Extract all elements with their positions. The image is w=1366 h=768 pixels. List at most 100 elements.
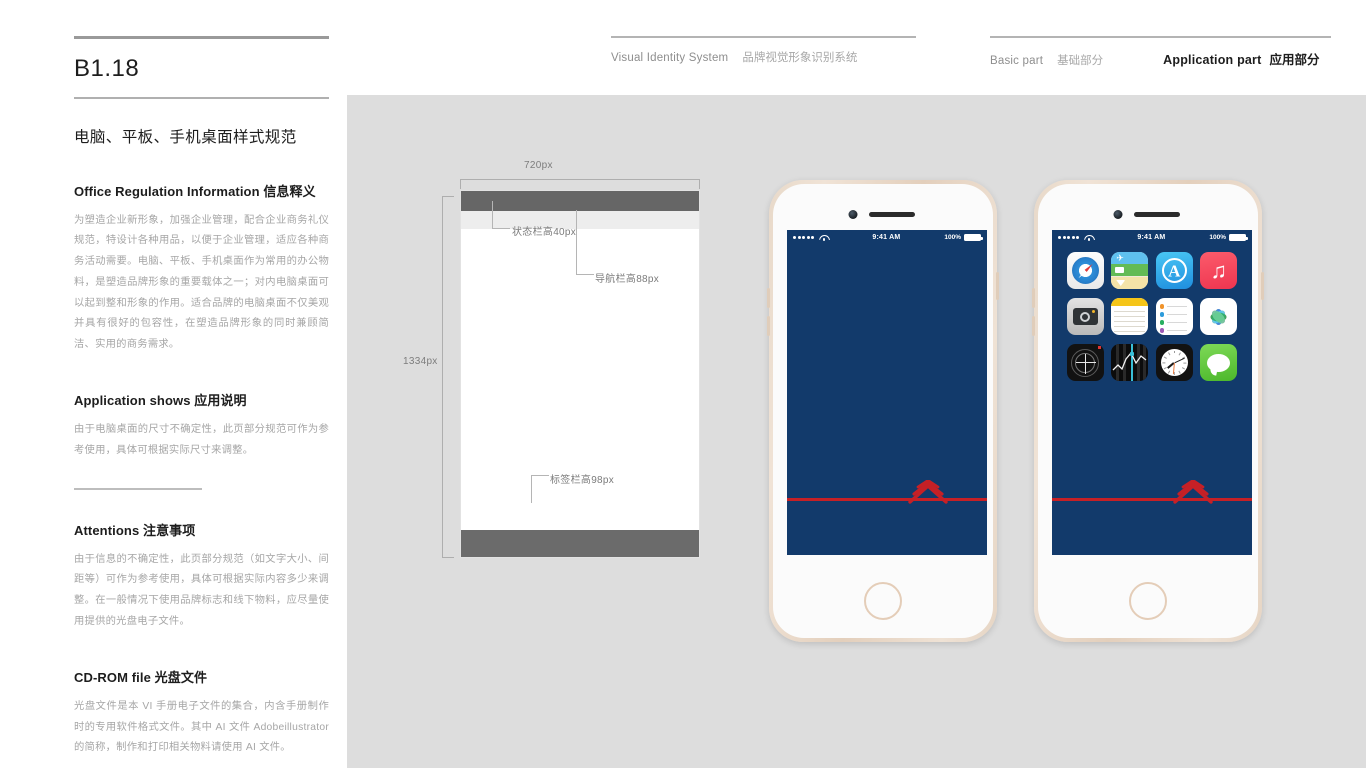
app-icon-grid: ✈ A ♫	[1052, 252, 1252, 381]
section-application-shows: Application shows 应用说明 由于电脑桌面的尺寸不确定性，此页部…	[74, 390, 329, 462]
wireframe-status-bar	[461, 191, 699, 211]
wallpaper-accent-line	[1052, 498, 1252, 501]
header-application-en: Application part	[1163, 53, 1262, 67]
volume-up-button[interactable]	[1032, 288, 1035, 308]
volume-down-button[interactable]	[767, 316, 770, 336]
wifi-icon	[819, 234, 828, 241]
safari-icon[interactable]	[1066, 252, 1104, 289]
leader-line-tab-horizontal	[531, 475, 549, 476]
power-button[interactable]	[1261, 272, 1264, 300]
section-body: 由于电脑桌面的尺寸不确定性，此页部分规范可作为参考使用，具体可根据实际尺寸来调整…	[74, 424, 329, 456]
section-heading: Attentions 注意事项	[74, 522, 196, 538]
front-camera-icon	[848, 210, 858, 219]
signal-dots-icon	[793, 236, 815, 239]
header-basic-part[interactable]: Basic part 基础部分	[990, 52, 1103, 68]
wireframe-nav-bar	[461, 211, 699, 229]
wallpaper-accent-line	[787, 498, 987, 501]
status-bar: 9:41 AM 100%	[1052, 230, 1252, 245]
leader-line-tab-vertical	[531, 475, 532, 503]
brand-wave-logo	[907, 480, 949, 506]
wireframe-width-brace	[460, 179, 700, 189]
status-bar-time: 9:41 AM	[1137, 234, 1166, 241]
wireframe-height-label: 1334px	[403, 356, 438, 367]
battery-icon	[1229, 233, 1248, 242]
volume-up-button[interactable]	[767, 288, 770, 308]
section-divider	[74, 487, 202, 490]
clock-icon[interactable]	[1155, 344, 1193, 381]
header-meta: Visual Identity System 品牌视觉形象识别系统 Basic …	[611, 36, 1331, 76]
home-button[interactable]	[864, 582, 902, 620]
screen-spec-wireframe: 720px 1334px 状态栏高40px 导航栏高88px 标签栏高98px	[403, 160, 700, 570]
phone-outer-frame: 9:41 AM 100% ✈ A ♫	[1032, 180, 1264, 642]
wireframe-nav-bar-label: 导航栏高88px	[595, 274, 660, 285]
left-column: B1.18 电脑、平板、手机桌面样式规范 Office Regulation I…	[74, 36, 329, 759]
signal-dots-icon	[1058, 236, 1080, 239]
wireframe-tab-bar-label: 标签栏高98px	[550, 475, 615, 486]
battery-percent: 100%	[944, 234, 961, 241]
maps-icon[interactable]: ✈	[1111, 252, 1149, 289]
section-heading: CD-ROM file 光盘文件	[74, 669, 208, 685]
wireframe-tab-bar	[461, 530, 699, 557]
reminders-icon[interactable]	[1155, 298, 1193, 335]
leader-line-nav-horizontal	[576, 274, 594, 275]
phone-outer-frame: 9:41 AM 100%	[767, 180, 999, 642]
section-heading: Office Regulation Information 信息释义	[74, 183, 316, 199]
header-rule-left	[611, 36, 916, 38]
camera-icon[interactable]	[1066, 298, 1104, 335]
header-application-part[interactable]: Application part 应用部分	[1163, 49, 1319, 68]
battery-icon	[964, 233, 983, 242]
messages-icon[interactable]	[1200, 344, 1238, 381]
wireframe-status-bar-label: 状态栏高40px	[512, 227, 577, 238]
brand-wave-logo	[1172, 480, 1214, 506]
app-store-icon[interactable]: A	[1155, 252, 1193, 289]
leader-line-nav-vertical	[576, 210, 577, 275]
section-office-regulation: Office Regulation Information 信息释义 为塑造企业…	[74, 181, 329, 357]
iphone-mockup-homescreen: 9:41 AM 100% ✈ A ♫	[1032, 180, 1264, 642]
section-body: 为塑造企业新形象，加强企业管理，配合企业商务礼仪规范，特设计各种用品，以便于企业…	[74, 214, 329, 351]
section-body: 光盘文件是本 VI 手册电子文件的集合，内含手册制作时的专用软件格式文件。其中 …	[74, 700, 329, 754]
header-group-parts: Basic part 基础部分 Application part 应用部分	[990, 36, 1331, 68]
wireframe-width-label: 720px	[524, 160, 553, 171]
status-bar-right: 100%	[1209, 233, 1248, 242]
vi-manual-page: Visual Identity System 品牌视觉形象识别系统 Basic …	[0, 0, 1366, 768]
music-icon[interactable]: ♫	[1200, 252, 1238, 289]
status-bar-right: 100%	[944, 233, 983, 242]
header-system-cn: 品牌视觉形象识别系统	[742, 52, 858, 64]
home-button[interactable]	[1129, 582, 1167, 620]
status-bar: 9:41 AM 100%	[787, 230, 987, 245]
notes-icon[interactable]	[1111, 298, 1149, 335]
header-group-system: Visual Identity System 品牌视觉形象识别系统	[611, 36, 916, 65]
page-title: 电脑、平板、手机桌面样式规范	[74, 128, 297, 146]
section-attentions: Attentions 注意事项 由于信息的不确定性，此页部分规范（如文字大小、间…	[74, 520, 329, 633]
title-rule-mid	[74, 97, 329, 99]
header-basic-en: Basic part	[990, 55, 1044, 67]
compass-icon[interactable]	[1066, 344, 1104, 381]
phone-body: 9:41 AM 100% ✈ A ♫	[1038, 184, 1258, 638]
battery-percent: 100%	[1209, 234, 1226, 241]
phone-body: 9:41 AM 100%	[773, 184, 993, 638]
earpiece-speaker	[869, 212, 915, 217]
section-heading: Application shows 应用说明	[74, 393, 247, 409]
stocks-icon[interactable]	[1111, 344, 1149, 381]
wireframe-height-brace	[442, 196, 454, 558]
power-button[interactable]	[996, 272, 999, 300]
title-rule-top	[74, 36, 329, 39]
status-bar-time: 9:41 AM	[872, 234, 901, 241]
front-camera-icon	[1113, 210, 1123, 219]
section-body: 由于信息的不确定性，此页部分规范（如文字大小、间距等）可作为参考使用，具体可根据…	[74, 553, 329, 628]
section-cdrom-file: CD-ROM file 光盘文件 光盘文件是本 VI 手册电子文件的集合，内含手…	[74, 667, 329, 759]
page-code: B1.18	[74, 55, 140, 82]
phone-screen[interactable]: 9:41 AM 100% ✈ A ♫	[1052, 230, 1252, 555]
volume-down-button[interactable]	[1032, 316, 1035, 336]
phone-screen[interactable]: 9:41 AM 100%	[787, 230, 987, 555]
header-rule-right	[990, 36, 1331, 38]
earpiece-speaker	[1134, 212, 1180, 217]
leader-line-status-vertical	[492, 201, 493, 229]
header-basic-cn: 基础部分	[1057, 55, 1104, 67]
header-application-cn: 应用部分	[1269, 53, 1320, 67]
wifi-icon	[1084, 234, 1093, 241]
iphone-mockup-wallpaper: 9:41 AM 100%	[767, 180, 999, 642]
header-system-en: Visual Identity System	[611, 52, 729, 64]
photos-icon[interactable]	[1200, 298, 1238, 335]
leader-line-status-horizontal	[492, 228, 510, 229]
